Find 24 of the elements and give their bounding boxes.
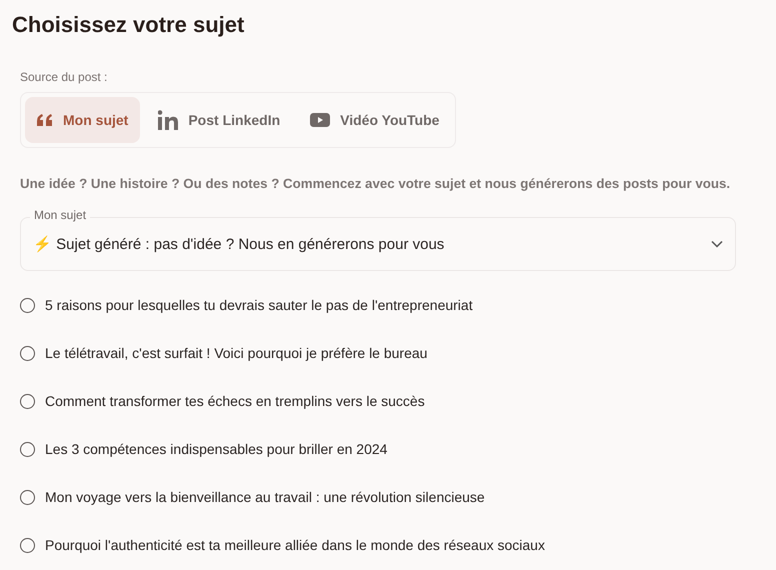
- source-tab[interactable]: Mon sujet: [25, 97, 140, 143]
- radio-button[interactable]: [20, 490, 35, 504]
- radio-button[interactable]: [20, 298, 35, 312]
- topic-option[interactable]: Mon voyage vers la bienveillance au travail : une révolution silencieuse: [45, 489, 485, 505]
- chevron-down-icon: [711, 240, 723, 248]
- topic-option[interactable]: 5 raisons pour lesquelles tu devrais sauter le pas de l'entrepreneuriat: [45, 297, 473, 313]
- radio-button[interactable]: [20, 346, 35, 360]
- video-play-icon: [310, 113, 330, 127]
- quote-icon: [37, 114, 53, 126]
- linkedin-icon: [158, 110, 178, 130]
- topic-option[interactable]: Les 3 compétences indispensables pour briller en 2024: [45, 441, 388, 457]
- page-title: Choisissez votre sujet: [12, 11, 246, 39]
- description-text: Une idée ? Une histoire ? Ou des notes ? Commencez avec votre sujet et nous générerons des posts pour vous.: [20, 176, 732, 191]
- topic-option[interactable]: Pourquoi l'authenticité est ta meilleure alliée dans le monde des réseaux sociaux: [45, 537, 545, 553]
- radio-button[interactable]: [20, 442, 35, 456]
- source-label: Source du post :: [20, 70, 108, 84]
- select-value: ⚡ Sujet généré : pas d'idée ? Nous en générerons pour vous: [33, 235, 444, 253]
- topic-option[interactable]: Le télétravail, c'est surfait ! Voici pourquoi je préfère le bureau: [45, 345, 428, 361]
- radio-button[interactable]: [20, 394, 35, 408]
- topic-option[interactable]: Comment transformer tes échecs en tremplins vers le succès: [45, 393, 425, 409]
- radio-button[interactable]: [20, 538, 35, 552]
- source-tab[interactable]: Post LinkedIn: [146, 97, 292, 143]
- field-label: Mon sujet: [30, 208, 90, 222]
- source-tab[interactable]: Vidéo YouTube: [298, 97, 452, 143]
